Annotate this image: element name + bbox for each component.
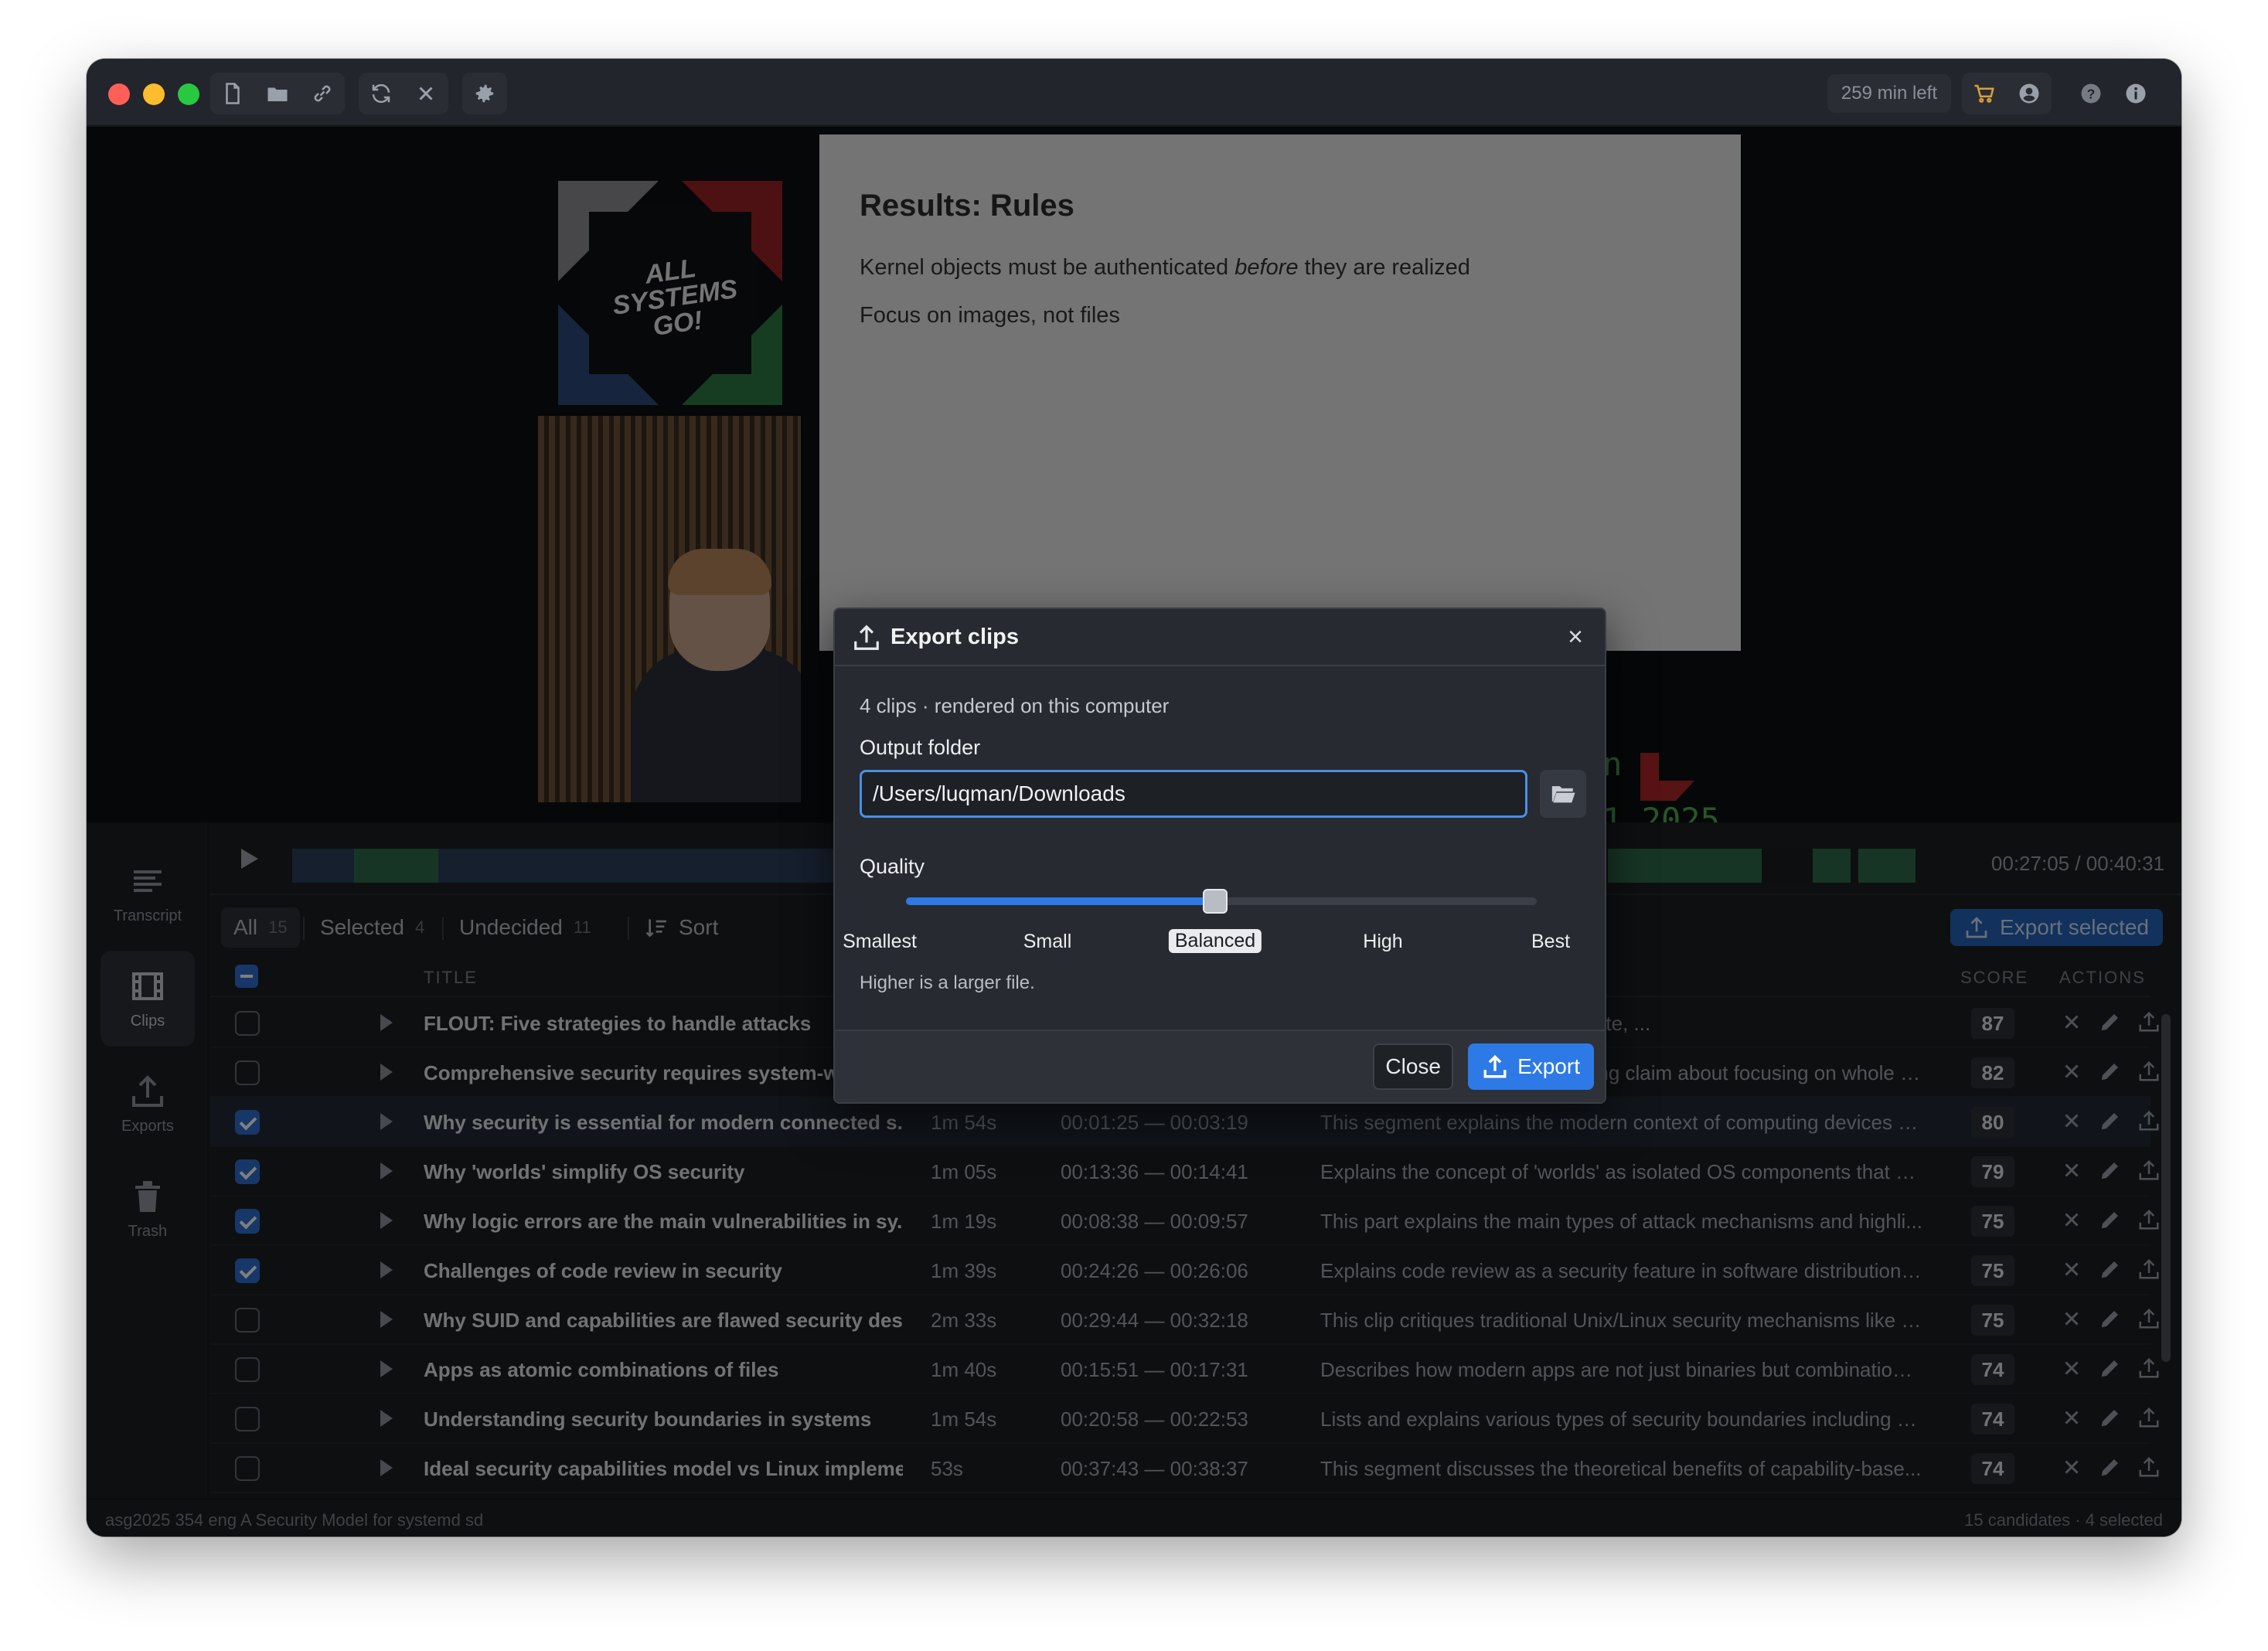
file-toolbar-group (210, 73, 345, 114)
quality-label: Quality (860, 855, 925, 878)
new-file-icon[interactable] (210, 73, 255, 114)
cart-icon[interactable] (1962, 73, 2007, 114)
open-folder-icon[interactable] (255, 73, 300, 114)
dialog-header: Export clips × (835, 609, 1605, 666)
close-icon[interactable]: × (1560, 621, 1591, 652)
refresh-icon[interactable] (359, 73, 404, 114)
link-icon[interactable] (300, 73, 345, 114)
account-icon[interactable] (2007, 73, 2052, 114)
process-toolbar-group (359, 73, 448, 114)
info-icon[interactable] (2113, 73, 2158, 114)
close-window-button[interactable] (108, 83, 130, 105)
svg-text:?: ? (2087, 86, 2096, 101)
quality-option-smallest[interactable]: Smallest (843, 931, 917, 953)
quality-slider-fill (906, 897, 1215, 905)
quality-option-high[interactable]: High (1363, 931, 1402, 953)
app-window: 259 min left ? Export clips × 4 clips · … (87, 59, 2181, 1537)
upload-icon (1483, 1054, 1507, 1078)
help-icon[interactable]: ? (2069, 73, 2113, 114)
dialog-title: Export clips (891, 625, 1019, 649)
dialog-footer: Close Export (835, 1030, 1605, 1102)
upload-icon (854, 625, 879, 650)
open-folder-icon (1551, 786, 1575, 803)
output-folder-input[interactable] (860, 770, 1527, 818)
help-toolbar-group: ? (2069, 73, 2158, 114)
output-folder-label: Output folder (860, 736, 981, 759)
quality-option-best[interactable]: Best (1531, 931, 1570, 953)
minutes-left-badge: 259 min left (1827, 74, 1951, 113)
browse-folder-button[interactable] (1540, 770, 1586, 818)
minimize-window-button[interactable] (143, 83, 165, 105)
dialog-subtitle: 4 clips · rendered on this computer (860, 694, 1170, 717)
export-clips-dialog: Export clips × 4 clips · rendered on thi… (833, 608, 1606, 1104)
quality-hint: Higher is a larger file. (860, 972, 1035, 993)
title-bar: 259 min left ? (87, 59, 2181, 127)
cancel-icon[interactable] (404, 73, 448, 114)
gear-icon[interactable] (462, 73, 507, 114)
quality-option-balanced[interactable]: Balanced (1168, 929, 1262, 953)
export-button[interactable]: Export (1468, 1043, 1594, 1090)
window-controls (108, 83, 199, 105)
export-button-label: Export (1517, 1054, 1580, 1078)
quality-option-small[interactable]: Small (1023, 931, 1072, 953)
quality-slider-thumb[interactable] (1203, 889, 1228, 914)
close-button[interactable]: Close (1373, 1043, 1453, 1090)
zoom-window-button[interactable] (178, 83, 199, 105)
settings-toolbar-group (462, 73, 507, 114)
account-toolbar-group (1962, 73, 2052, 114)
